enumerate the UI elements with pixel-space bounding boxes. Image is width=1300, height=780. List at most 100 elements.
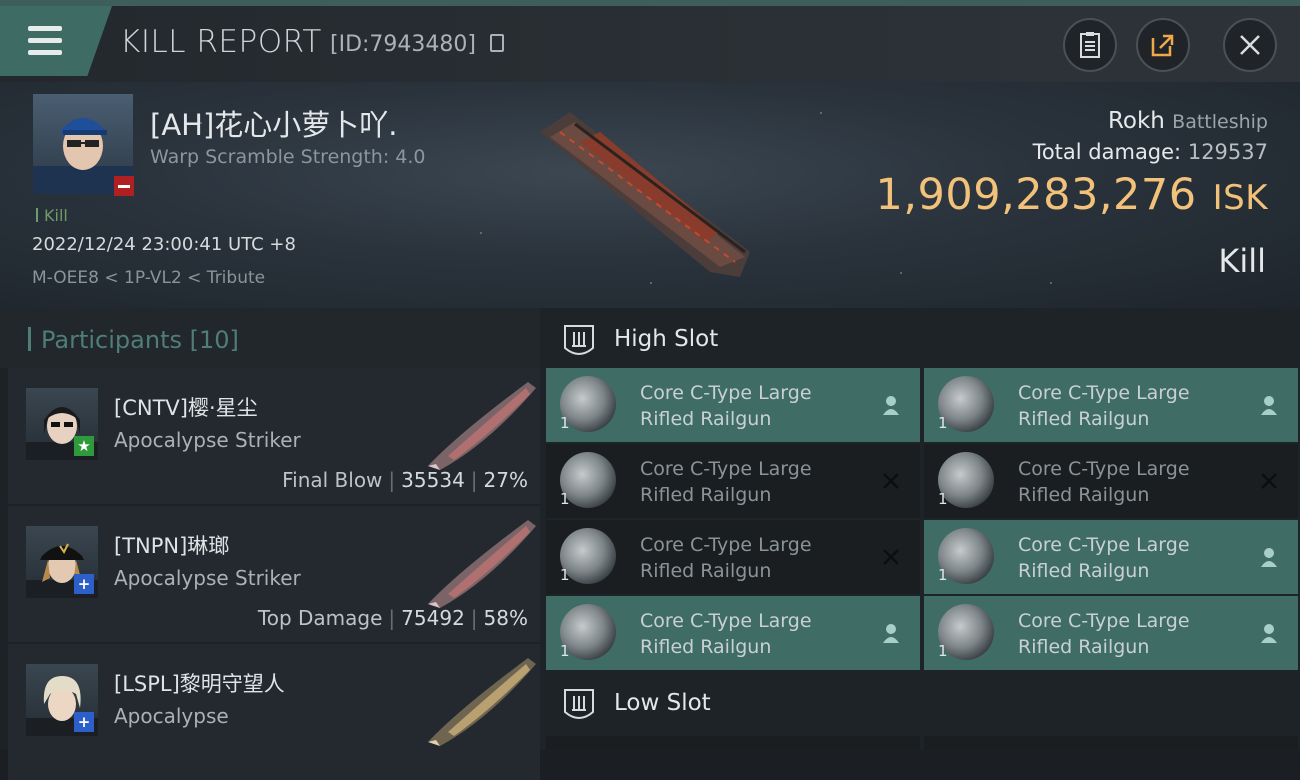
low-slot-icon — [564, 689, 594, 719]
module-slot[interactable]: 1 Core C-Type Large Rifled Railgun — [924, 444, 1298, 518]
participant-name: [LSPL]黎明守望人 — [114, 672, 285, 696]
participant-row[interactable]: + [TNPN]琳瑯 Apocalypse Striker Top Damage… — [8, 506, 540, 642]
pilot-icon-shape — [883, 624, 899, 643]
module-name-line2: Rifled Railgun — [640, 560, 772, 582]
participants-header: Participants [10] — [0, 308, 540, 368]
plus-badge: + — [74, 574, 94, 594]
stat-separator: | — [388, 468, 396, 492]
participant-row[interactable]: ★ [CNTV]樱·星尘 Apocalypse Striker Final Bl… — [8, 368, 540, 504]
participant-name: [CNTV]樱·星尘 — [114, 396, 258, 420]
participants-count: [10] — [189, 326, 239, 354]
module-quantity: 1 — [938, 566, 948, 584]
pilot-icon-shape — [883, 396, 899, 415]
kill-tag-marker — [36, 208, 38, 222]
module-name-line2: Rifled Railgun — [1018, 636, 1150, 658]
share-icon — [1151, 34, 1174, 57]
module-name: Core C-Type Large Rifled Railgun — [1018, 532, 1238, 584]
close-button[interactable] — [1223, 18, 1277, 72]
participant-ship-image — [428, 520, 536, 608]
module-slot[interactable]: 1 Core C-Type Large Rifled Railgun — [546, 444, 920, 518]
kill-tag: Kill — [36, 206, 68, 225]
plus-badge: + — [74, 712, 94, 732]
kill-tag-label: Kill — [44, 206, 68, 225]
module-name: Core C-Type Large Rifled Railgun — [1018, 456, 1238, 508]
high-slot-header: High Slot — [540, 308, 1300, 372]
close-icon — [1240, 35, 1260, 55]
participants-title: Participants [10] — [28, 326, 239, 354]
module-quantity: 1 — [938, 490, 948, 508]
participants-label: Participants — [41, 326, 182, 354]
top-bar: KILL REPORT [ID:7943480] — [0, 0, 1300, 82]
star — [1050, 282, 1052, 284]
ship-name: Rokh — [1107, 108, 1165, 134]
clipboard-button[interactable] — [1063, 18, 1117, 72]
destroyed-icon — [1258, 470, 1280, 492]
pilot-icon — [1258, 622, 1280, 644]
report-id: [ID:7943480] — [330, 32, 476, 57]
high-slot-icon — [564, 325, 594, 355]
pilot-icon — [1258, 546, 1280, 568]
hostile-badge — [114, 176, 134, 196]
module-name-line1: Core C-Type Large — [640, 610, 812, 632]
ship-class: Battleship — [1172, 111, 1268, 133]
module-name-line1: Core C-Type Large — [640, 534, 812, 556]
module-quantity: 1 — [560, 490, 570, 508]
module-slot[interactable]: 1 Core C-Type Large Rifled Railgun — [546, 520, 920, 594]
module-slot[interactable]: 1 Core C-Type Large Rifled Railgun — [924, 596, 1298, 670]
isk-value: 1,909,283,276 ISK — [876, 170, 1269, 220]
destroyed-icon-shape — [883, 549, 899, 565]
pilot-icon — [1258, 394, 1280, 416]
warp-scramble-strength: Warp Scramble Strength: 4.0 — [150, 146, 426, 168]
module-name: Core C-Type Large Rifled Railgun — [640, 380, 860, 432]
menu-button[interactable] — [0, 6, 112, 76]
participant-ship: Apocalypse — [114, 704, 229, 728]
module-name-line1: Core C-Type Large — [1018, 458, 1190, 480]
page-title: KILL REPORT — [120, 24, 322, 60]
clipboard-icon — [1080, 32, 1100, 58]
low-slot-module-partial[interactable] — [924, 736, 1298, 750]
destroyed-icon — [880, 546, 902, 568]
module-name-line2: Rifled Railgun — [1018, 560, 1150, 582]
module-slot[interactable]: 1 Core C-Type Large Rifled Railgun — [546, 368, 920, 442]
victim-ship-type: Rokh Battleship — [1108, 108, 1268, 134]
participants-title-marker — [28, 327, 31, 351]
module-name: Core C-Type Large Rifled Railgun — [640, 532, 860, 584]
module-quantity: 1 — [560, 414, 570, 432]
module-name: Core C-Type Large Rifled Railgun — [640, 608, 860, 660]
module-quantity: 1 — [560, 642, 570, 660]
low-slot-module-partial[interactable] — [546, 736, 920, 750]
module-quantity: 1 — [560, 566, 570, 584]
copy-icon[interactable] — [490, 34, 504, 52]
total-damage-label: Total damage: — [1032, 140, 1182, 164]
module-slot[interactable]: 1 Core C-Type Large Rifled Railgun — [924, 368, 1298, 442]
total-damage-value: 129537 — [1187, 140, 1268, 164]
victim-ship-image — [540, 112, 750, 277]
menu-icon-bar — [28, 50, 62, 55]
participant-ship-image — [428, 382, 536, 470]
module-name-line2: Rifled Railgun — [640, 408, 772, 430]
module-name-line2: Rifled Railgun — [1018, 408, 1150, 430]
pilot-icon-shape — [1261, 624, 1277, 643]
kill-location[interactable]: M-OEE8 < 1P-VL2 < Tribute — [32, 268, 265, 288]
menu-icon-bar — [28, 38, 62, 43]
module-slot[interactable]: 1 Core C-Type Large Rifled Railgun — [924, 520, 1298, 594]
participant-row[interactable]: + [LSPL]黎明守望人 Apocalypse — [8, 644, 540, 780]
low-slot-title: Low Slot — [614, 690, 711, 716]
module-name-line1: Core C-Type Large — [1018, 534, 1190, 556]
module-quantity: 1 — [938, 414, 948, 432]
participant-ship: Apocalypse Striker — [114, 566, 301, 590]
isk-amount: 1,909,283,276 — [875, 170, 1197, 220]
participant-ship: Apocalypse Striker — [114, 428, 301, 452]
destroyed-icon — [880, 470, 902, 492]
share-button[interactable] — [1136, 18, 1190, 72]
total-damage: Total damage: 129537 — [1033, 140, 1268, 164]
participant-ship-image — [428, 658, 536, 746]
stat-label: Top Damage — [257, 606, 383, 630]
pilot-icon-shape — [1261, 548, 1277, 567]
module-name-line2: Rifled Railgun — [1018, 484, 1150, 506]
module-name: Core C-Type Large Rifled Railgun — [640, 456, 860, 508]
module-slot[interactable]: 1 Core C-Type Large Rifled Railgun — [546, 596, 920, 670]
module-name-line1: Core C-Type Large — [640, 458, 812, 480]
star-badge: ★ — [74, 436, 94, 456]
stat-label: Final Blow — [282, 468, 383, 492]
